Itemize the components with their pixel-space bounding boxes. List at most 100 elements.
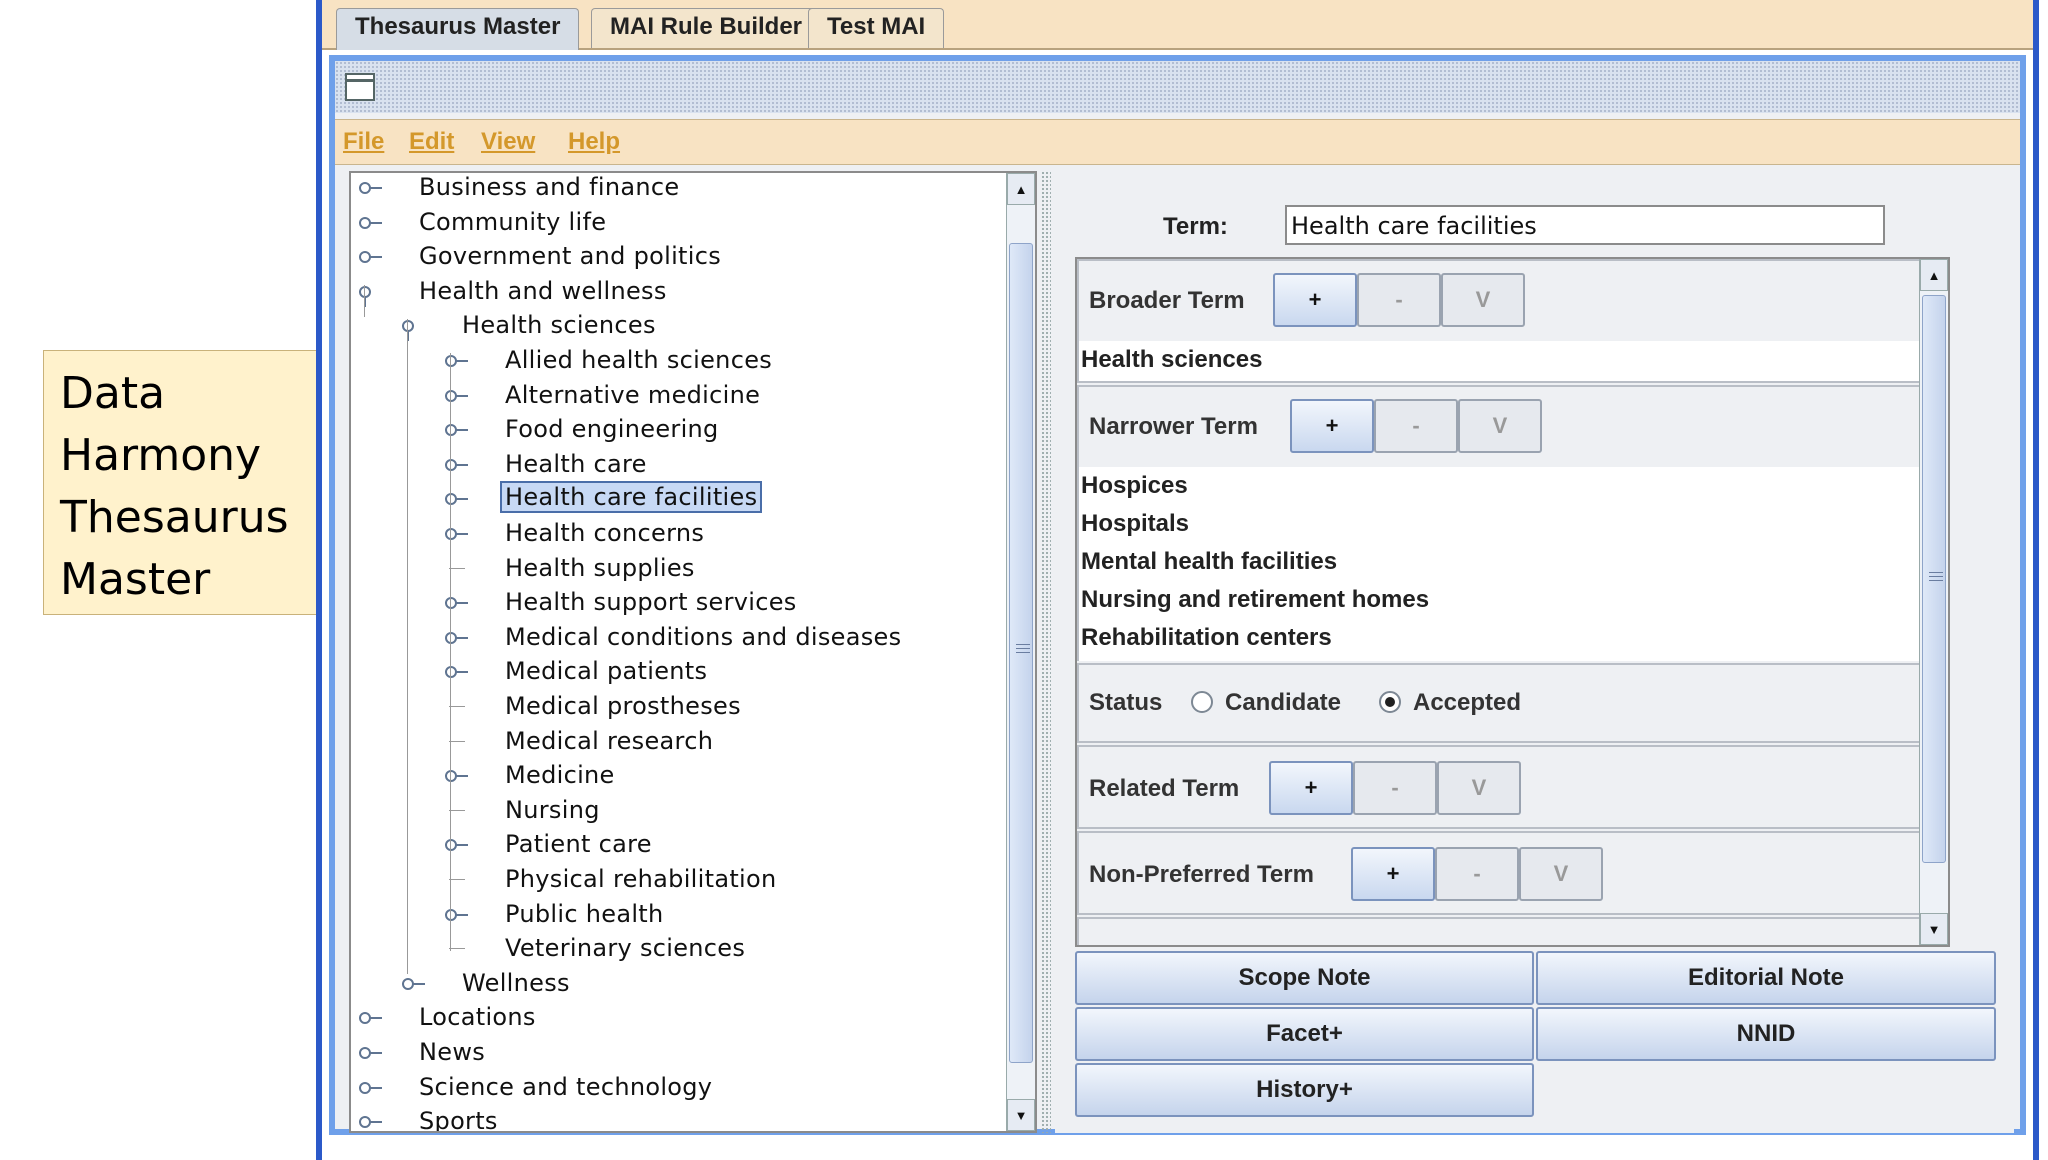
- collapsed-node-icon[interactable]: [359, 1012, 382, 1025]
- non-preferred-view-button[interactable]: V: [1519, 847, 1603, 901]
- collapsed-node-icon[interactable]: [445, 631, 468, 644]
- collapsed-node-icon[interactable]: [445, 528, 468, 540]
- broader-remove-button[interactable]: -: [1357, 273, 1441, 327]
- menu-view[interactable]: View: [481, 128, 535, 156]
- broader-view-button[interactable]: V: [1441, 273, 1525, 327]
- tree-node[interactable]: Science and technology: [351, 1071, 1001, 1105]
- list-item[interactable]: Nursing and retirement homes: [1079, 581, 1920, 619]
- collapsed-node-icon[interactable]: [402, 977, 425, 990]
- menu-help[interactable]: Help: [568, 128, 620, 156]
- radio-accepted[interactable]: [1379, 691, 1401, 713]
- tree-node-label[interactable]: Community life: [419, 208, 606, 236]
- narrower-add-button[interactable]: +: [1290, 399, 1374, 453]
- tree-node-label[interactable]: Medical conditions and diseases: [505, 623, 901, 651]
- history-button[interactable]: History+: [1075, 1063, 1534, 1117]
- thesaurus-tree[interactable]: Business and finance Community life Govern…: [349, 171, 1037, 1133]
- scroll-down-icon[interactable]: ▼: [1920, 913, 1948, 945]
- related-remove-button[interactable]: -: [1353, 761, 1437, 815]
- tree-node[interactable]: Sports: [351, 1105, 1001, 1131]
- tree-node-label[interactable]: Science and technology: [419, 1073, 712, 1101]
- non-preferred-remove-button[interactable]: -: [1435, 847, 1519, 901]
- tree-node[interactable]: Public health: [351, 898, 1001, 932]
- list-item[interactable]: Mental health facilities: [1079, 543, 1920, 581]
- tree-node-label[interactable]: Health and wellness: [419, 277, 667, 305]
- tree-node[interactable]: Medical patients: [351, 655, 1001, 689]
- collapsed-node-icon[interactable]: [445, 839, 468, 852]
- tree-node-label[interactable]: Health care: [505, 450, 647, 478]
- tree-node-label[interactable]: Health supplies: [505, 554, 695, 582]
- tree-node-label[interactable]: Health concerns: [505, 519, 704, 547]
- window-icon[interactable]: [345, 73, 375, 101]
- tree-node[interactable]: Veterinary sciences: [351, 932, 1001, 966]
- list-item[interactable]: Rehabilitation centers: [1079, 619, 1920, 657]
- tree-node[interactable]: Physical rehabilitation: [351, 863, 1001, 897]
- tree-node-label[interactable]: Veterinary sciences: [505, 934, 745, 962]
- tree-node[interactable]: Health concerns: [351, 517, 1001, 551]
- frame-title-bar[interactable]: [335, 61, 2020, 113]
- collapsed-node-icon[interactable]: [445, 424, 468, 437]
- tab-thesaurus-master[interactable]: Thesaurus Master: [336, 8, 580, 50]
- tree-node-label[interactable]: Physical rehabilitation: [505, 865, 777, 893]
- narrower-remove-button[interactable]: -: [1374, 399, 1458, 453]
- term-input[interactable]: Health care facilities: [1285, 205, 1885, 245]
- related-add-button[interactable]: +: [1269, 761, 1353, 815]
- tree-node[interactable]: Patient care: [351, 828, 1001, 862]
- collapsed-node-icon[interactable]: [445, 458, 468, 471]
- radio-candidate[interactable]: [1191, 691, 1213, 713]
- tree-node[interactable]: Health supplies: [351, 552, 1001, 586]
- collapsed-node-icon[interactable]: [359, 1116, 382, 1129]
- nnid-button[interactable]: NNID: [1536, 1007, 1996, 1061]
- tree-node-label[interactable]: Locations: [419, 1003, 536, 1031]
- scroll-thumb[interactable]: [1009, 243, 1033, 1063]
- non-preferred-add-button[interactable]: +: [1351, 847, 1435, 901]
- collapsed-node-icon[interactable]: [445, 908, 468, 921]
- tree-node[interactable]: News: [351, 1036, 1001, 1070]
- menu-edit[interactable]: Edit: [409, 128, 454, 156]
- collapsed-node-icon[interactable]: [359, 1047, 382, 1059]
- radio-candidate-label[interactable]: Candidate: [1225, 689, 1341, 717]
- tree-node-label[interactable]: Patient care: [505, 830, 652, 858]
- tree-node-label[interactable]: Allied health sciences: [505, 346, 772, 374]
- tree-node[interactable]: Medical research: [351, 725, 1001, 759]
- tree-node[interactable]: Health care facilities: [351, 481, 1001, 516]
- tree-node[interactable]: Government and politics: [351, 240, 1001, 274]
- tree-node-label[interactable]: Health care facilities: [500, 481, 763, 514]
- radio-accepted-label[interactable]: Accepted: [1413, 689, 1521, 717]
- scope-note-button[interactable]: Scope Note: [1075, 951, 1534, 1005]
- collapsed-node-icon[interactable]: [445, 389, 468, 402]
- tree-node[interactable]: Medicine: [351, 759, 1001, 793]
- tree-node-label[interactable]: Public health: [505, 900, 664, 928]
- tree-node-label[interactable]: Medical patients: [505, 657, 707, 685]
- list-item[interactable]: Hospitals: [1079, 505, 1920, 543]
- list-item[interactable]: Hospices: [1079, 467, 1920, 505]
- tree-node-label[interactable]: Health support services: [505, 588, 797, 616]
- tree-node[interactable]: Health sciences: [351, 309, 1001, 343]
- scroll-down-icon[interactable]: ▼: [1007, 1099, 1035, 1131]
- tree-node[interactable]: Health care: [351, 448, 1001, 482]
- menu-file[interactable]: File: [343, 128, 384, 156]
- tree-node-label[interactable]: Government and politics: [419, 242, 721, 270]
- collapsed-node-icon[interactable]: [359, 216, 382, 229]
- tree-node[interactable]: Wellness: [351, 967, 1001, 1001]
- tree-scrollbar[interactable]: ▲ ▼: [1006, 173, 1035, 1131]
- tree-node-label[interactable]: Alternative medicine: [505, 381, 760, 409]
- tree-node[interactable]: Community life: [351, 206, 1001, 240]
- tree-node[interactable]: Health and wellness: [351, 275, 1001, 309]
- tree-node-label[interactable]: Sports: [419, 1107, 498, 1131]
- tree-node-label[interactable]: Medical prostheses: [505, 692, 741, 720]
- collapsed-node-icon[interactable]: [445, 666, 468, 679]
- tree-node[interactable]: Locations: [351, 1001, 1001, 1035]
- tree-node-label[interactable]: Health sciences: [462, 311, 656, 339]
- tree-node[interactable]: Alternative medicine: [351, 379, 1001, 413]
- facet-button[interactable]: Facet+: [1075, 1007, 1534, 1061]
- collapsed-node-icon[interactable]: [445, 597, 468, 610]
- collapsed-node-icon[interactable]: [445, 770, 468, 783]
- collapsed-node-icon[interactable]: [359, 1081, 382, 1094]
- collapsed-node-icon[interactable]: [359, 182, 382, 194]
- tab-test-mai[interactable]: Test MAI: [808, 8, 945, 48]
- properties-scrollbar[interactable]: ▲ ▼: [1919, 259, 1948, 945]
- narrower-view-button[interactable]: V: [1458, 399, 1542, 453]
- tree-node-label[interactable]: Business and finance: [419, 173, 679, 201]
- related-view-button[interactable]: V: [1437, 761, 1521, 815]
- collapsed-node-icon[interactable]: [359, 251, 382, 264]
